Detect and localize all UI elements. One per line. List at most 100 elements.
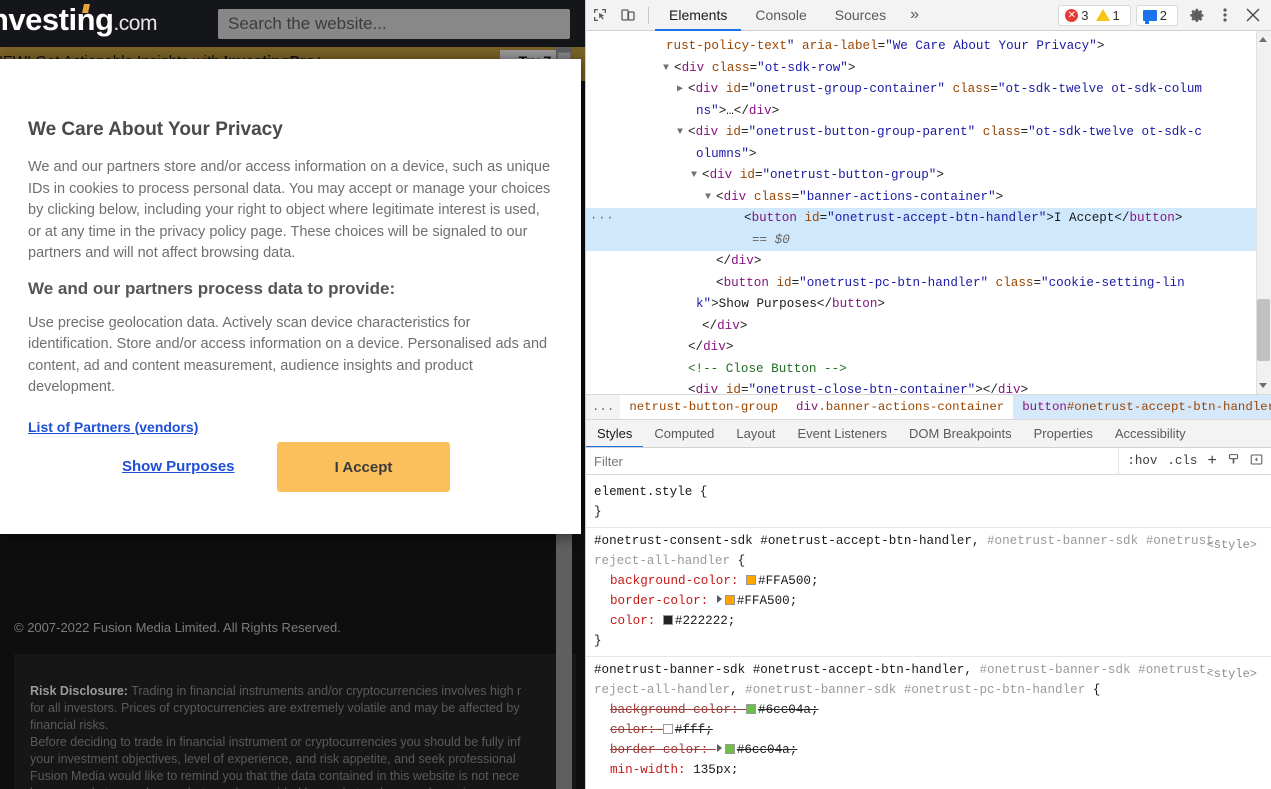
dom-node[interactable]: rust-policy-text" aria-label="We Care Ab…: [586, 36, 1271, 58]
css-declaration[interactable]: color: #fff;: [594, 720, 1263, 740]
dom-node[interactable]: ▼ <div id="onetrust-button-group">: [586, 165, 1271, 187]
device-toolbar-icon[interactable]: [614, 1, 642, 29]
breadcrumb-item[interactable]: netrust-button-group: [620, 395, 788, 419]
dom-node[interactable]: ▶ <div id="onetrust-group-container" clas…: [586, 79, 1271, 101]
css-declaration[interactable]: border-color: #6cc04a;: [594, 740, 1263, 760]
css-property-name[interactable]: border-color:: [610, 743, 716, 757]
breadcrumb[interactable]: ... netrust-button-group div.banner-action…: [586, 394, 1271, 420]
dom-node[interactable]: k">Show Purposes</button>: [586, 294, 1271, 316]
css-property-name[interactable]: color:: [610, 614, 663, 628]
chevron-right-icon[interactable]: ▶: [677, 79, 683, 101]
css-property-value[interactable]: 135px;: [693, 763, 738, 774]
dom-node-selected[interactable]: ··· <button id="onetrust-accept-btn-handl…: [586, 208, 1271, 230]
messages-badge-group[interactable]: 2: [1135, 4, 1178, 26]
css-property-value[interactable]: #6cc04a;: [737, 743, 797, 757]
tab-console[interactable]: Console: [741, 0, 820, 31]
dom-node[interactable]: ▼ <div id="onetrust-button-group-parent" …: [586, 122, 1271, 144]
dom-tree[interactable]: rust-policy-text" aria-label = "We Care Ab…: [586, 31, 1271, 394]
chevron-down-icon[interactable]: ▼: [691, 165, 697, 187]
dom-node[interactable]: ▼ <div class="banner-actions-container">: [586, 187, 1271, 209]
dom-node[interactable]: <button id = "onetrust-pc-btn-handler" cla…: [586, 273, 1271, 295]
color-swatch[interactable]: [746, 575, 757, 585]
css-property-value[interactable]: #FFA500;: [758, 574, 818, 588]
css-declaration[interactable]: background-color: #FFA500;: [594, 571, 1263, 591]
color-swatch[interactable]: [662, 724, 673, 734]
dom-node[interactable]: <div id="onetrust-close-btn-container"><…: [586, 380, 1271, 394]
css-rule[interactable]: element.style {}: [586, 479, 1271, 528]
breadcrumb-item[interactable]: div.banner-actions-container: [787, 395, 1014, 419]
breadcrumb-item[interactable]: button#onetrust-accept-btn-handler: [1013, 395, 1271, 419]
gear-icon[interactable]: [1183, 1, 1211, 29]
kebab-menu-icon[interactable]: [1211, 1, 1239, 29]
css-rule[interactable]: #onetrust-consent-sdk #onetrust-accept-b…: [586, 528, 1271, 657]
filter-input[interactable]: [594, 450, 1119, 472]
css-property-value[interactable]: #6cc04a;: [758, 703, 818, 717]
dom-node[interactable]: </div>: [586, 316, 1271, 338]
cls-toggle[interactable]: .cls: [1167, 454, 1197, 468]
chevron-down-icon[interactable]: ▼: [677, 122, 683, 144]
dom-tree-scrollbar[interactable]: [1256, 31, 1271, 394]
css-property-name[interactable]: background-color:: [610, 574, 746, 588]
color-swatch[interactable]: [662, 615, 673, 625]
css-property-value[interactable]: #FFA500;: [737, 594, 797, 608]
dom-node[interactable]: ns">…</div>: [586, 101, 1271, 123]
css-property-name[interactable]: color:: [610, 723, 663, 737]
css-declaration[interactable]: border-color: #FFA500;: [594, 591, 1263, 611]
sidebar-toggle-icon[interactable]: [1250, 453, 1263, 470]
issues-badge-group[interactable]: ✕ 3 1: [1058, 4, 1131, 26]
dom-node[interactable]: </div>: [586, 251, 1271, 273]
dom-node[interactable]: ▼ <div class="ot-sdk-row">: [586, 58, 1271, 80]
list-of-partners-link[interactable]: List of Partners (vendors): [28, 419, 198, 435]
classes-icon[interactable]: [1227, 453, 1240, 470]
tab-sources[interactable]: Sources: [821, 0, 900, 31]
investing-logo[interactable]: nvesting.com: [0, 2, 157, 38]
css-property-name[interactable]: min-width:: [610, 763, 693, 774]
css-property-value[interactable]: #fff;: [675, 723, 713, 737]
styles-tab-layout[interactable]: Layout: [725, 420, 786, 447]
styles-tab-dom-breakpoints[interactable]: DOM Breakpoints: [898, 420, 1023, 447]
css-rules-pane[interactable]: element.style {} #onetrust-consent-sdk #o…: [586, 475, 1271, 774]
css-declaration[interactable]: background-color: #6cc04a;: [594, 700, 1263, 720]
scroll-up-arrow-icon[interactable]: [1259, 37, 1267, 42]
inspect-element-icon[interactable]: [586, 1, 614, 29]
color-swatch[interactable]: [724, 595, 735, 605]
scroll-down-arrow-icon[interactable]: [1259, 383, 1267, 388]
styles-tab-styles[interactable]: Styles: [586, 420, 643, 447]
css-declaration[interactable]: min-width: 135px;: [594, 760, 1263, 774]
color-swatch[interactable]: [746, 704, 757, 714]
more-tabs-icon[interactable]: »: [900, 6, 929, 24]
css-selector[interactable]: #onetrust-banner-sdk #onetrust-accept-bt…: [594, 660, 1263, 700]
css-rule[interactable]: #onetrust-banner-sdk #onetrust-accept-bt…: [586, 657, 1271, 774]
expand-arrow-icon[interactable]: [716, 744, 722, 752]
style-origin-link[interactable]: <style>: [1207, 535, 1257, 555]
styles-tab-computed[interactable]: Computed: [643, 420, 725, 447]
css-selector[interactable]: element.style {: [594, 482, 1263, 502]
styles-tab-event-listeners[interactable]: Event Listeners: [786, 420, 898, 447]
hov-toggle[interactable]: :hov: [1127, 454, 1157, 468]
dom-node-selected[interactable]: == $0: [586, 229, 1271, 251]
show-purposes-button[interactable]: Show Purposes: [122, 458, 235, 475]
style-origin-link[interactable]: <style>: [1207, 664, 1257, 684]
css-selector[interactable]: #onetrust-consent-sdk #onetrust-accept-b…: [594, 531, 1263, 571]
accept-button[interactable]: I Accept: [277, 442, 450, 492]
breadcrumb-item[interactable]: ...: [586, 395, 620, 419]
dom-tree-scrollbar-thumb[interactable]: [1257, 299, 1270, 361]
chevron-down-icon[interactable]: ▼: [663, 58, 669, 80]
node-badge-icon[interactable]: ···: [590, 208, 615, 230]
tab-elements[interactable]: Elements: [655, 0, 741, 31]
css-declaration[interactable]: color: #222222;: [594, 611, 1263, 631]
css-property-name[interactable]: background-color:: [610, 703, 746, 717]
dom-node[interactable]: olumns">: [586, 144, 1271, 166]
expand-arrow-icon[interactable]: [716, 595, 722, 603]
css-property-value[interactable]: #222222;: [675, 614, 735, 628]
new-style-rule-icon[interactable]: +: [1207, 452, 1217, 470]
color-swatch[interactable]: [724, 744, 735, 754]
close-icon[interactable]: [1239, 1, 1267, 29]
styles-tab-accessibility[interactable]: Accessibility: [1104, 420, 1197, 447]
styles-tab-properties[interactable]: Properties: [1023, 420, 1104, 447]
css-property-name[interactable]: border-color:: [610, 594, 716, 608]
chevron-down-icon[interactable]: ▼: [705, 187, 711, 209]
dom-node[interactable]: <!-- Close Button -->: [586, 359, 1271, 381]
dom-node[interactable]: </div>: [586, 337, 1271, 359]
search-input[interactable]: [218, 9, 570, 39]
